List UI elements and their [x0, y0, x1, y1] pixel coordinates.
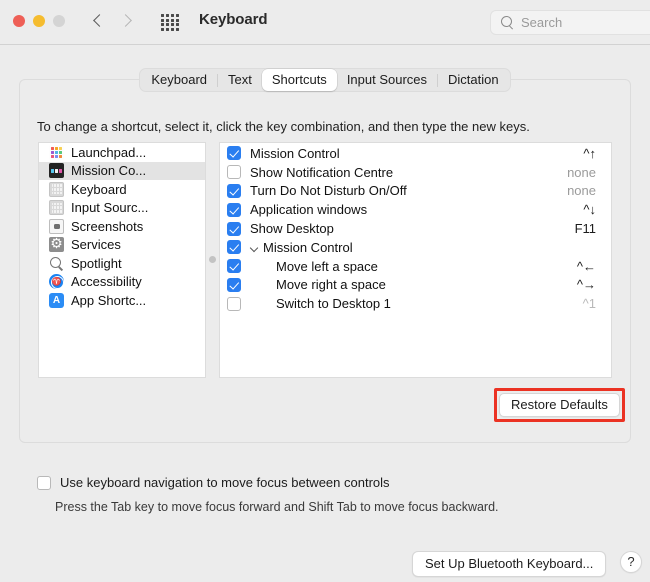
category-label: Accessibility: [71, 274, 142, 290]
shortcut-label: Move left a space: [276, 258, 378, 274]
shortcut-label: Show Desktop: [250, 221, 334, 237]
category-row-services[interactable]: Services: [39, 235, 205, 255]
tab-text[interactable]: Text: [218, 69, 262, 91]
pane-splitter[interactable]: [206, 142, 218, 378]
shortcut-label: Application windows: [250, 202, 368, 218]
screenshots-icon: [49, 218, 64, 234]
shortcut-row[interactable]: Move right a space ^→: [220, 276, 611, 295]
input-sources-icon: [49, 200, 64, 216]
shortcut-checkbox[interactable]: [227, 183, 241, 198]
category-label: Services: [71, 237, 121, 253]
page-title: Keyboard: [199, 11, 268, 28]
search-icon: [501, 16, 514, 29]
category-label: App Shortc...: [71, 292, 147, 308]
search-field[interactable]: Search: [490, 10, 650, 35]
shortcut-group-row[interactable]: Mission Control: [220, 238, 611, 257]
minimize-button[interactable]: [33, 15, 45, 27]
forward-chevron-icon[interactable]: [118, 11, 131, 31]
shortcut-checkbox[interactable]: [227, 146, 241, 161]
tab-shortcuts[interactable]: Shortcuts: [261, 69, 337, 91]
shortcut-group-label: Mission Control: [263, 239, 353, 255]
shortcut-key[interactable]: ^1: [583, 296, 596, 311]
shortcut-row[interactable]: Switch to Desktop 1 ^1: [220, 294, 611, 313]
shortcut-checkbox[interactable]: [227, 277, 241, 292]
category-row-screenshots[interactable]: Screenshots: [39, 217, 205, 236]
show-all-grid-icon[interactable]: [161, 14, 179, 31]
help-button[interactable]: ?: [620, 551, 642, 573]
shortcut-label: Mission Control: [250, 145, 340, 161]
category-label: Spotlight: [71, 255, 122, 271]
window-toolbar: Keyboard Search: [0, 0, 650, 45]
keyboard-navigation-hint: Press the Tab key to move focus forward …: [55, 500, 499, 514]
accessibility-icon: [49, 274, 64, 290]
close-button[interactable]: [13, 15, 25, 27]
shortcut-label: Turn Do Not Disturb On/Off: [250, 183, 407, 199]
setup-bluetooth-keyboard-button[interactable]: Set Up Bluetooth Keyboard...: [412, 551, 607, 577]
navigation-arrows: [92, 11, 131, 31]
spotlight-icon: [49, 256, 64, 271]
shortcut-key[interactable]: ^↓: [583, 202, 596, 217]
shortcut-key[interactable]: ^←: [577, 259, 596, 274]
keyboard-navigation-checkbox[interactable]: [37, 475, 51, 490]
keyboard-navigation-label: Use keyboard navigation to move focus be…: [60, 475, 390, 490]
zoom-button[interactable]: [53, 15, 65, 27]
category-row-accessibility[interactable]: Accessibility: [39, 273, 205, 292]
search-input[interactable]: Search: [521, 15, 562, 30]
shortcut-label: Switch to Desktop 1: [276, 296, 391, 312]
shortcut-checkbox[interactable]: [227, 240, 241, 255]
shortcut-checkbox[interactable]: [227, 259, 241, 274]
segmented-tabs: Keyboard Text Shortcuts Input Sources Di…: [139, 68, 511, 92]
shortcut-checkbox[interactable]: [227, 296, 241, 311]
shortcut-checkbox[interactable]: [227, 202, 241, 217]
shortcut-key[interactable]: ^↑: [583, 146, 596, 161]
instruction-text: To change a shortcut, select it, click t…: [37, 119, 530, 134]
shortcut-row[interactable]: Application windows ^↓: [220, 200, 611, 219]
shortcut-key[interactable]: F11: [575, 221, 596, 236]
keyboard-preferences-window: Keyboard Search Keyboard Text Shortcuts …: [0, 0, 650, 582]
splitter-handle-icon[interactable]: [209, 256, 216, 263]
category-list[interactable]: Launchpad... Mission Co... Keyboard Inpu…: [38, 142, 206, 378]
services-gear-icon: [49, 235, 64, 253]
category-row-spotlight[interactable]: Spotlight: [39, 254, 205, 273]
category-label: Keyboard: [71, 181, 127, 197]
shortcut-checkbox[interactable]: [227, 165, 241, 180]
category-label: Mission Co...: [71, 163, 147, 179]
shortcut-key[interactable]: ^→: [577, 277, 596, 292]
shortcut-label: Move right a space: [276, 277, 386, 293]
mission-control-icon: [49, 163, 64, 179]
shortcut-key[interactable]: none: [567, 183, 596, 198]
shortcut-key[interactable]: none: [567, 165, 596, 180]
keyboard-navigation-row[interactable]: Use keyboard navigation to move focus be…: [37, 475, 390, 490]
shortcut-list[interactable]: Mission Control ^↑ Show Notification Cen…: [219, 142, 612, 378]
tab-input-sources[interactable]: Input Sources: [337, 69, 437, 91]
shortcut-row[interactable]: Show Desktop F11: [220, 219, 611, 238]
launchpad-icon: [49, 144, 64, 160]
back-chevron-icon[interactable]: [92, 11, 105, 31]
traffic-lights: [13, 15, 65, 27]
shortcut-checkbox[interactable]: [227, 221, 241, 236]
category-label: Input Sourc...: [71, 200, 149, 216]
category-row-input-sources[interactable]: Input Sourc...: [39, 199, 205, 218]
keyboard-icon: [49, 181, 64, 197]
shortcut-row[interactable]: Mission Control ^↑: [220, 144, 611, 163]
category-row-launchpad[interactable]: Launchpad...: [39, 143, 205, 162]
tab-bar: Keyboard Text Shortcuts Input Sources Di…: [0, 68, 650, 92]
tab-dictation[interactable]: Dictation: [438, 69, 509, 91]
restore-defaults-button[interactable]: Restore Defaults: [499, 393, 620, 417]
category-row-keyboard[interactable]: Keyboard: [39, 180, 205, 199]
category-row-app-shortcuts[interactable]: App Shortc...: [39, 291, 205, 310]
category-row-mission-control[interactable]: Mission Co...: [39, 161, 205, 180]
shortcut-label: Show Notification Centre: [250, 164, 394, 180]
shortcut-row[interactable]: Move left a space ^←: [220, 257, 611, 276]
restore-defaults-highlight: Restore Defaults: [494, 388, 625, 422]
category-label: Launchpad...: [71, 144, 147, 160]
category-label: Screenshots: [71, 218, 144, 234]
tab-keyboard[interactable]: Keyboard: [141, 69, 217, 91]
shortcut-row[interactable]: Show Notification Centre none: [220, 163, 611, 182]
shortcut-row[interactable]: Turn Do Not Disturb On/Off none: [220, 182, 611, 201]
app-shortcuts-icon: [49, 292, 64, 308]
